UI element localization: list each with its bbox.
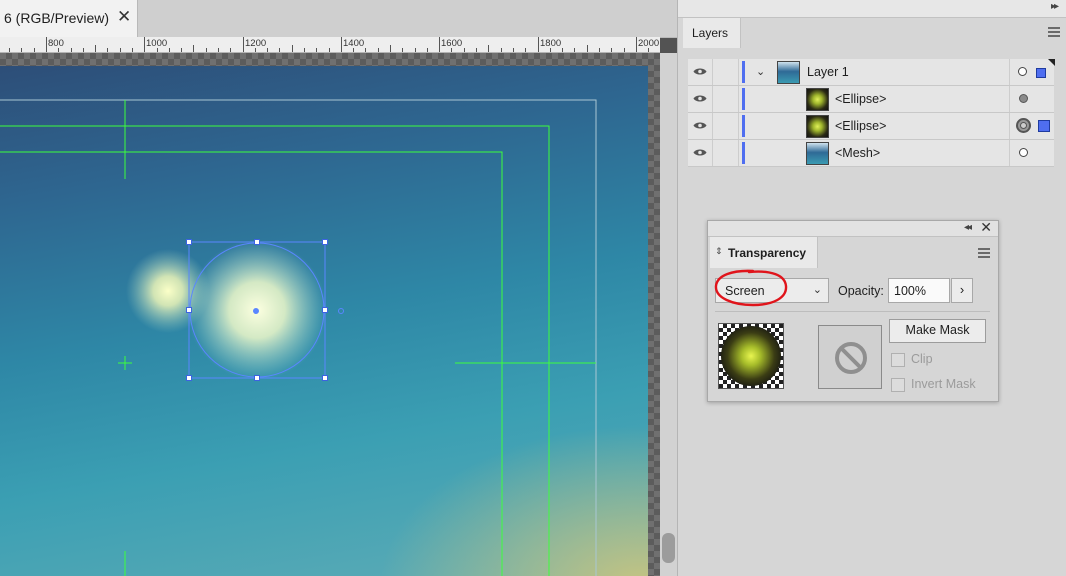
resize-handle[interactable] xyxy=(322,307,328,313)
divider xyxy=(715,311,990,312)
resize-handle[interactable] xyxy=(186,375,192,381)
layers-panel-menu-icon[interactable] xyxy=(1048,27,1060,39)
resize-handle[interactable] xyxy=(322,375,328,381)
lock-toggle[interactable] xyxy=(713,86,739,112)
resize-handle[interactable] xyxy=(186,239,192,245)
horizontal-ruler[interactable]: 800 1000 1200 1400 1600 1800 2000 xyxy=(0,37,660,53)
layer-thumbnail xyxy=(806,88,829,111)
opacity-input[interactable]: 100% xyxy=(888,278,950,303)
layer-color-bar xyxy=(742,88,745,110)
layer-thumbnail xyxy=(777,61,800,84)
transparency-panel-menu-icon[interactable] xyxy=(978,248,990,260)
center-point xyxy=(253,308,259,314)
corner-triangle-icon xyxy=(1048,59,1055,66)
transparency-panel-header[interactable]: ◂◂ ✕ xyxy=(708,219,998,237)
ruler-label: 2000 xyxy=(638,38,660,49)
chevron-down-icon[interactable]: ⌄ xyxy=(756,65,765,78)
selection-square-icon[interactable] xyxy=(1038,120,1050,132)
opacity-slider-button[interactable]: › xyxy=(951,278,973,303)
make-mask-button[interactable]: Make Mask xyxy=(889,319,986,343)
blend-mode-select[interactable]: Screen ⌄ xyxy=(715,278,829,303)
layer-thumbnail xyxy=(806,115,829,138)
canvas[interactable] xyxy=(0,53,660,576)
layer-row-layer-1[interactable]: ⌄ Layer 1 xyxy=(688,59,1055,86)
scrollbar-thumb[interactable] xyxy=(662,533,675,563)
document-tab-title: 6 (RGB/Preview) xyxy=(4,10,110,26)
invert-mask-label: Invert Mask xyxy=(911,377,976,391)
target-circle-icon[interactable] xyxy=(1016,118,1031,133)
tab-layers-label: Layers xyxy=(692,26,729,40)
layer-row-ellipse-selected[interactable]: <Ellipse> xyxy=(688,113,1054,140)
layer-color-bar xyxy=(742,61,745,83)
vertical-scrollbar[interactable] xyxy=(660,53,677,576)
close-icon[interactable]: ✕ xyxy=(980,219,992,236)
mask-thumbnail[interactable] xyxy=(818,325,882,389)
chevron-down-icon: ⌄ xyxy=(812,284,822,296)
visibility-eye-icon[interactable] xyxy=(693,94,707,103)
visibility-eye-icon[interactable] xyxy=(693,121,707,130)
collapse-panels-icon[interactable]: ▸▸ xyxy=(1051,1,1059,12)
canvas-overlay xyxy=(0,99,597,576)
layer-row-mesh[interactable]: <Mesh> xyxy=(688,140,1054,167)
layers-list: ⌄ Layer 1 <Ellipse> <Ellipse> <Mesh> xyxy=(688,59,1055,167)
layer-name: Layer 1 xyxy=(807,65,849,79)
document-tab-bar: 6 (RGB/Preview) ✕ xyxy=(0,0,677,38)
ruler-label: 1200 xyxy=(245,38,267,49)
target-circle-icon[interactable] xyxy=(1019,94,1028,103)
layer-name: <Ellipse> xyxy=(835,119,887,133)
opacity-label: Opacity: xyxy=(838,284,884,298)
resize-handle[interactable] xyxy=(322,239,328,245)
close-icon[interactable]: ✕ xyxy=(117,7,131,27)
lock-toggle[interactable] xyxy=(713,113,739,139)
ruler-label: 1600 xyxy=(441,38,463,49)
ruler-label: 800 xyxy=(48,38,64,49)
collapse-panel-icon[interactable]: ◂◂ xyxy=(964,222,972,233)
layer-thumbnail xyxy=(806,142,829,165)
resize-handle[interactable] xyxy=(254,375,260,381)
lock-toggle[interactable] xyxy=(713,59,739,85)
visibility-eye-icon[interactable] xyxy=(693,67,707,76)
invert-mask-checkbox[interactable] xyxy=(891,378,905,392)
transparency-panel[interactable]: ◂◂ ✕ ⇕ Transparency Screen ⌄ Opacity: 10… xyxy=(707,219,999,402)
layer-color-bar xyxy=(742,142,745,164)
resize-handle[interactable] xyxy=(186,307,192,313)
clip-checkbox[interactable] xyxy=(891,353,905,367)
dock-header: ▸▸ xyxy=(678,0,1066,18)
tab-transparency[interactable]: ⇕ Transparency xyxy=(710,237,818,268)
layer-name: <Ellipse> xyxy=(835,92,887,106)
ruler-label: 1800 xyxy=(540,38,562,49)
clip-label: Clip xyxy=(911,352,933,366)
blend-mode-value: Screen xyxy=(725,284,765,298)
document-tab[interactable]: 6 (RGB/Preview) ✕ xyxy=(0,0,138,37)
target-circle-icon[interactable] xyxy=(1018,67,1027,76)
document-area: 6 (RGB/Preview) ✕ 800 1000 1200 1400 160… xyxy=(0,0,677,576)
live-corner-widget[interactable] xyxy=(338,308,344,314)
layers-tab-bar: Layers xyxy=(678,18,1066,48)
ruler-label: 1000 xyxy=(146,38,168,49)
tab-transparency-label: Transparency xyxy=(728,246,807,260)
selection-square-icon[interactable] xyxy=(1036,68,1046,78)
layer-name: <Mesh> xyxy=(835,146,881,160)
layer-row-ellipse[interactable]: <Ellipse> xyxy=(688,86,1054,113)
visibility-eye-icon[interactable] xyxy=(693,148,707,157)
target-circle-icon[interactable] xyxy=(1019,148,1028,157)
ruler-label: 1400 xyxy=(343,38,365,49)
opacity-value: 100% xyxy=(894,284,926,298)
tab-layers[interactable]: Layers xyxy=(683,18,741,48)
artwork-thumbnail[interactable] xyxy=(718,323,784,389)
resize-handle[interactable] xyxy=(254,239,260,245)
no-mask-icon xyxy=(835,342,867,374)
lock-toggle[interactable] xyxy=(713,140,739,166)
show-options-icon[interactable]: ⇕ xyxy=(715,246,723,257)
layer-color-bar xyxy=(742,115,745,137)
